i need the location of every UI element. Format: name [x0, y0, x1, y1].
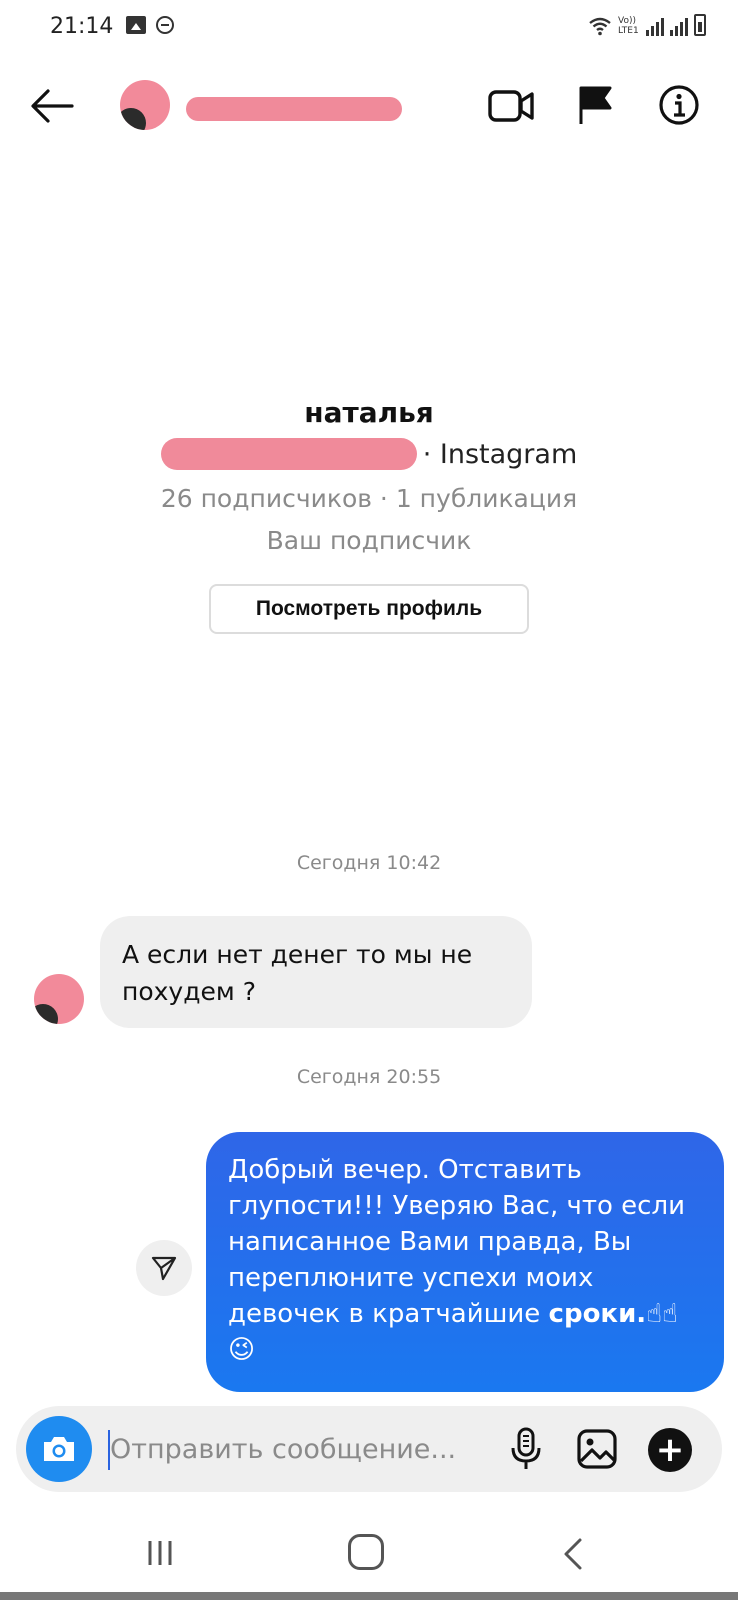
outgoing-message-bold-text: сроки.	[548, 1299, 647, 1329]
message-timestamp: Сегодня 10:42	[296, 852, 442, 874]
status-left-icons	[126, 16, 174, 34]
profile-name: наталья	[304, 396, 434, 429]
network-label: Vo)) LTE1	[618, 16, 639, 36]
wifi-icon	[589, 17, 611, 36]
camera-icon	[44, 1437, 74, 1461]
status-time: 21:14	[50, 14, 114, 39]
profile-username-redacted	[160, 438, 417, 470]
flag-icon[interactable]	[576, 84, 616, 126]
home-icon[interactable]	[348, 1534, 384, 1570]
profile-username-line: · Instagram	[0, 438, 738, 470]
nav-back-icon[interactable]	[560, 1536, 584, 1572]
contact-avatar[interactable]	[120, 80, 170, 130]
view-profile-button[interactable]: Посмотреть профиль	[209, 584, 529, 634]
signal-icon-2	[670, 16, 688, 36]
signal-icon-1	[646, 16, 664, 36]
incoming-message-text: А если нет денег то мы не похудем ?	[122, 940, 473, 1006]
microphone-icon[interactable]	[506, 1426, 546, 1472]
plus-icon[interactable]: +	[648, 1428, 692, 1472]
status-right-icons: Vo)) LTE1	[588, 14, 706, 36]
incoming-message-bubble[interactable]: А если нет денег то мы не похудем ?	[100, 916, 532, 1028]
profile-relation: Ваш подписчик	[266, 526, 472, 555]
video-call-icon[interactable]	[488, 88, 534, 124]
outgoing-message-bubble[interactable]: Добрый вечер. Отставить глупости!!! Увер…	[206, 1132, 724, 1392]
gallery-notification-icon	[126, 16, 146, 34]
message-timestamp: Сегодня 20:55	[296, 1066, 442, 1088]
back-arrow-icon[interactable]	[28, 86, 74, 126]
contact-username-redacted[interactable]	[186, 97, 402, 121]
camera-button[interactable]	[26, 1416, 92, 1482]
profile-source: · Instagram	[422, 438, 578, 470]
do-not-disturb-icon	[156, 16, 174, 34]
battery-icon	[694, 14, 706, 36]
message-input[interactable]	[110, 1424, 490, 1474]
gallery-icon[interactable]	[576, 1428, 618, 1470]
recent-apps-icon[interactable]	[144, 1538, 176, 1568]
screen-edge	[0, 1592, 738, 1600]
send-icon	[151, 1256, 177, 1281]
sender-avatar[interactable]	[34, 974, 84, 1024]
share-message-button[interactable]	[136, 1240, 192, 1296]
profile-stats: 26 подписчиков · 1 публикация	[160, 484, 578, 513]
info-icon[interactable]	[658, 84, 700, 126]
